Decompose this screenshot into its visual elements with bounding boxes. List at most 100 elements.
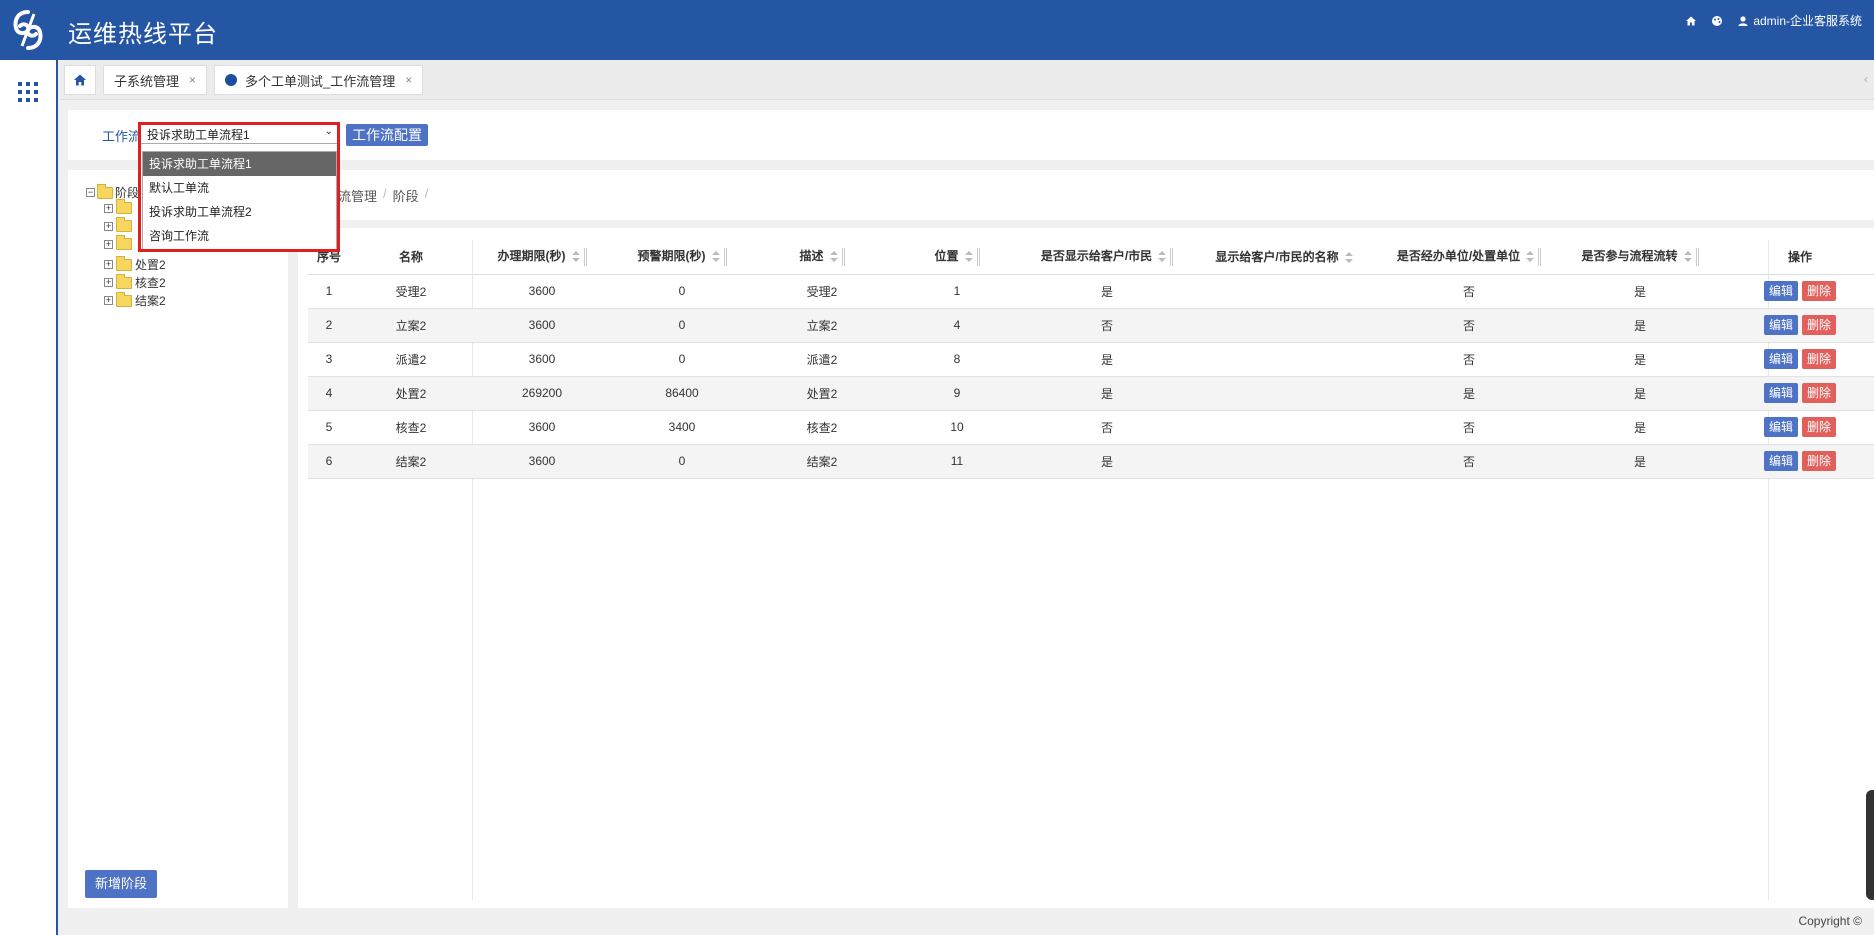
tab-workflow-management[interactable]: 多个工单测试_工作流管理 × xyxy=(214,65,424,95)
folder-icon xyxy=(116,199,132,214)
table-cell: 核查2 xyxy=(752,410,892,445)
table-cell xyxy=(1192,444,1376,479)
copyright-text: Copyright © xyxy=(1798,914,1862,928)
dropdown-option[interactable]: 默认工单流 xyxy=(143,176,336,200)
column-header[interactable]: 是否参与流程流转 xyxy=(1562,240,1718,275)
table-row[interactable]: 1 受理2 3600 0 受理2 1 是否是编辑 删除 xyxy=(308,274,1874,309)
expand-icon[interactable]: + xyxy=(104,203,113,213)
tab-subsystem[interactable]: 子系统管理 × xyxy=(103,65,208,95)
delete-button[interactable]: 删除 xyxy=(1802,315,1837,335)
table-cell: 3600 xyxy=(472,308,612,343)
edit-button[interactable]: 编辑 xyxy=(1763,281,1798,301)
edit-button[interactable]: 编辑 xyxy=(1763,383,1798,403)
delete-button[interactable]: 删除 xyxy=(1802,281,1837,301)
column-resize-handle xyxy=(841,248,845,267)
table-cell: 否 xyxy=(1376,274,1562,309)
tree-node[interactable]: + 结案2 xyxy=(104,291,166,309)
table-row[interactable]: 6 结案2 3600 0 结案2 11 是否是编辑 删除 xyxy=(308,444,1874,479)
breadcrumb-item[interactable]: 流管理 xyxy=(338,186,377,205)
tree-node[interactable]: + xyxy=(104,217,132,232)
tree-node-label: 核查2 xyxy=(135,276,166,290)
tree-node[interactable]: + xyxy=(104,235,132,250)
table-cell: 否 xyxy=(1022,410,1192,445)
table-row[interactable]: 2 立案2 3600 0 立案2 4 否否是编辑 删除 xyxy=(308,308,1874,343)
collapse-icon[interactable]: − xyxy=(86,188,95,197)
actions-cell: 编辑 删除 xyxy=(1718,342,1874,377)
column-header: 名称 xyxy=(350,240,472,275)
workflow-selected-value: 投诉求助工单流程1 xyxy=(147,128,250,142)
stage-table: 序号 名称 办理期限(秒) 预警期限(秒) 描述 位置 是否显示给客户/市民 显… xyxy=(308,240,1874,479)
table-row[interactable]: 3 派遣2 3600 0 派遣2 8 是否是编辑 删除 xyxy=(308,342,1874,377)
folder-open-icon xyxy=(97,183,113,199)
table-cell: 2 xyxy=(308,308,350,343)
table-cell: 是 xyxy=(1562,308,1718,343)
delete-button[interactable]: 删除 xyxy=(1802,451,1837,471)
column-header[interactable]: 预警期限(秒) xyxy=(612,240,752,275)
apps-grid-icon[interactable] xyxy=(17,81,39,103)
tree-root[interactable]: − 阶段 xyxy=(86,183,139,201)
table-cell: 是 xyxy=(1562,444,1718,479)
sort-icon xyxy=(964,251,973,263)
user-menu[interactable]: admin-企业客服系统 xyxy=(1737,12,1862,29)
edit-button[interactable]: 编辑 xyxy=(1763,451,1798,471)
close-icon[interactable]: × xyxy=(189,73,196,87)
table-cell: 是 xyxy=(1562,410,1718,445)
header-actions: admin-企业客服系统 xyxy=(1685,12,1862,29)
side-floating-widget[interactable] xyxy=(1866,790,1874,900)
sort-icon xyxy=(1344,252,1353,264)
expand-icon[interactable]: + xyxy=(104,260,113,269)
tree-node-label: 结案2 xyxy=(135,294,166,308)
close-icon[interactable]: × xyxy=(405,73,412,87)
column-header[interactable]: 描述 xyxy=(752,240,892,275)
table-cell: 0 xyxy=(612,444,752,479)
table-cell: 派遣2 xyxy=(752,342,892,377)
tabs-bar: 子系统管理 × 多个工单测试_工作流管理 × ‹ xyxy=(60,60,1874,100)
expand-icon[interactable]: + xyxy=(104,239,113,249)
table-cell: 10 xyxy=(892,410,1022,445)
column-header[interactable]: 是否经办单位/处置单位 xyxy=(1376,240,1562,275)
workflow-config-button[interactable]: 工作流配置 xyxy=(346,124,428,146)
tree-node[interactable]: + xyxy=(104,199,132,214)
table-cell: 受理2 xyxy=(350,274,472,309)
column-header[interactable]: 办理期限(秒) xyxy=(472,240,612,275)
table-row[interactable]: 5 核查2 3600 3400 核查2 10 否否是编辑 删除 xyxy=(308,410,1874,445)
expand-icon[interactable]: + xyxy=(104,278,113,287)
tab-label: 多个工单测试_工作流管理 xyxy=(245,73,396,89)
sort-icon xyxy=(571,251,580,263)
expand-icon[interactable]: + xyxy=(104,221,113,231)
chevron-left-icon[interactable]: ‹ xyxy=(1864,72,1868,86)
edit-button[interactable]: 编辑 xyxy=(1763,349,1798,369)
table-cell xyxy=(1192,342,1376,377)
dropdown-option[interactable]: 投诉求助工单流程2 xyxy=(143,200,336,224)
edit-button[interactable]: 编辑 xyxy=(1763,417,1798,437)
home-icon[interactable] xyxy=(1685,15,1697,27)
table-row[interactable]: 4 处置2 269200 86400 处置2 9 是是是编辑 删除 xyxy=(308,376,1874,411)
column-header[interactable]: 位置 xyxy=(892,240,1022,275)
workflow-select[interactable]: 投诉求助工单流程1 ⌄ xyxy=(140,122,338,144)
delete-button[interactable]: 删除 xyxy=(1802,349,1837,369)
tree-node[interactable]: + 核查2 xyxy=(104,273,166,291)
column-header[interactable]: 显示给客户/市民的名称 xyxy=(1192,240,1376,275)
delete-button[interactable]: 删除 xyxy=(1802,417,1837,437)
folder-icon xyxy=(116,235,132,250)
breadcrumb-item[interactable]: 阶段 xyxy=(393,186,419,205)
dropdown-option[interactable]: 投诉求助工单流程1 xyxy=(143,152,336,176)
breadcrumb-separator: / xyxy=(424,186,429,201)
table-cell: 3 xyxy=(308,342,350,377)
column-header[interactable]: 是否显示给客户/市民 xyxy=(1022,240,1192,275)
table-cell xyxy=(1192,410,1376,445)
edit-button[interactable]: 编辑 xyxy=(1763,315,1798,335)
expand-icon[interactable]: + xyxy=(104,296,113,305)
table-cell: 否 xyxy=(1376,308,1562,343)
table-cell: 受理2 xyxy=(752,274,892,309)
palette-icon[interactable] xyxy=(1711,15,1723,27)
folder-icon xyxy=(116,273,132,289)
home-tab[interactable] xyxy=(64,65,96,95)
workflow-label: 工作流 xyxy=(102,129,142,144)
dropdown-option[interactable]: 咨询工作流 xyxy=(143,224,336,248)
add-stage-button[interactable]: 新增阶段 xyxy=(85,870,158,898)
table-cell: 是 xyxy=(1562,342,1718,377)
user-icon xyxy=(1738,15,1748,26)
delete-button[interactable]: 删除 xyxy=(1802,383,1837,403)
tree-node[interactable]: + 处置2 xyxy=(104,255,166,273)
